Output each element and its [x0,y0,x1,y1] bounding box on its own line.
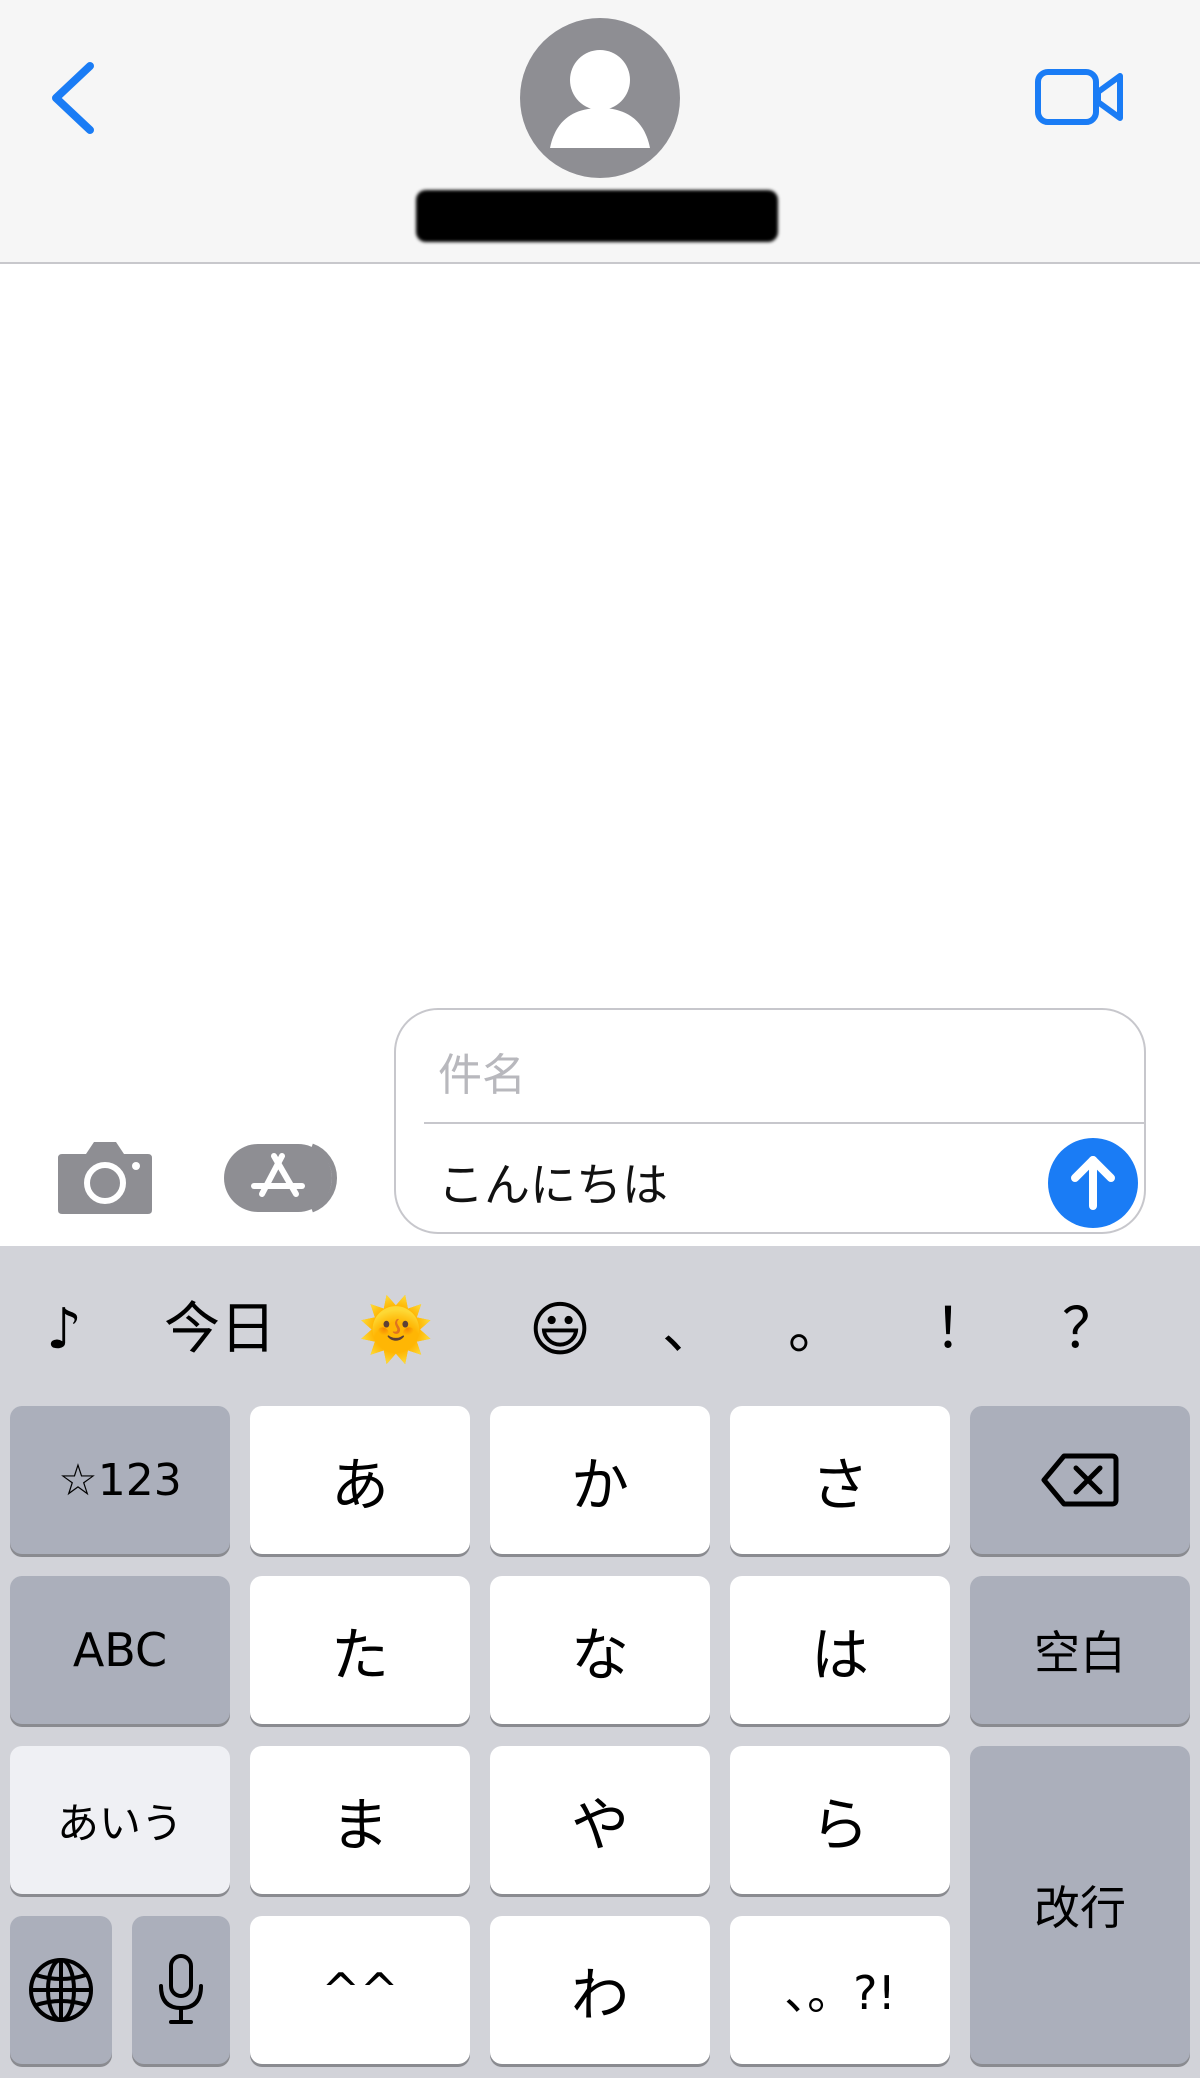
app-store-button[interactable] [222,1140,342,1216]
delete-key[interactable] [970,1406,1190,1554]
space-key[interactable]: 空白 [970,1576,1190,1724]
key-punctuation[interactable]: 、。?! [730,1916,950,2064]
message-compose-box: こんにちは [394,1008,1146,1234]
key-ka[interactable]: か [490,1406,710,1554]
camera-button[interactable] [56,1138,154,1216]
return-key[interactable]: 改行 [970,1746,1190,2064]
subject-input[interactable] [438,1040,1038,1110]
dictation-key[interactable] [132,1916,230,2064]
conversation-header [0,0,1200,264]
symbols-numbers-key[interactable]: ☆123 [10,1406,230,1554]
key-ma[interactable]: ま [250,1746,470,1894]
compose-divider [424,1122,1146,1124]
candidate-exclamation[interactable]: ！ [922,1290,1002,1370]
candidate-comma[interactable]: 、 [650,1290,730,1370]
contact-name-redacted[interactable] [416,190,778,242]
facetime-video-button[interactable] [1034,64,1126,130]
globe-key[interactable] [10,1916,112,2064]
key-ya[interactable]: や [490,1746,710,1894]
key-ha[interactable]: は [730,1576,950,1724]
send-button[interactable] [1048,1138,1138,1228]
abc-key[interactable]: ABC [10,1576,230,1724]
candidate-sun-emoji[interactable]: 🌞 [356,1290,436,1370]
key-wa[interactable]: わ [490,1916,710,2064]
key-ra[interactable]: ら [730,1746,950,1894]
key-na[interactable]: な [490,1576,710,1724]
candidate-smile-emoji[interactable]: 😃 [520,1290,600,1370]
kana-key[interactable]: あいう [10,1746,230,1894]
key-a[interactable]: あ [250,1406,470,1554]
message-input[interactable]: こんにちは [438,1150,1038,1220]
candidate-music-note[interactable]: ♪ [24,1290,104,1370]
key-ta[interactable]: た [250,1576,470,1724]
globe-icon [29,1958,93,2022]
microphone-icon [159,1954,203,2024]
candidate-question[interactable]: ？ [1050,1290,1130,1370]
camera-icon [58,1142,152,1214]
contact-avatar[interactable] [520,18,680,178]
key-sa[interactable]: さ [730,1406,950,1554]
arrow-up-icon [1071,1156,1115,1210]
back-button[interactable] [44,58,104,138]
delete-backspace-icon [1041,1453,1119,1507]
key-kaomoji[interactable]: ^^ [250,1916,470,2064]
app-store-icon [224,1143,338,1213]
video-camera-icon [1035,69,1123,125]
candidate-today[interactable]: 今日 [150,1290,290,1370]
chevron-left-icon [52,62,94,134]
person-icon [550,50,650,148]
candidate-period[interactable]: 。 [776,1290,856,1370]
